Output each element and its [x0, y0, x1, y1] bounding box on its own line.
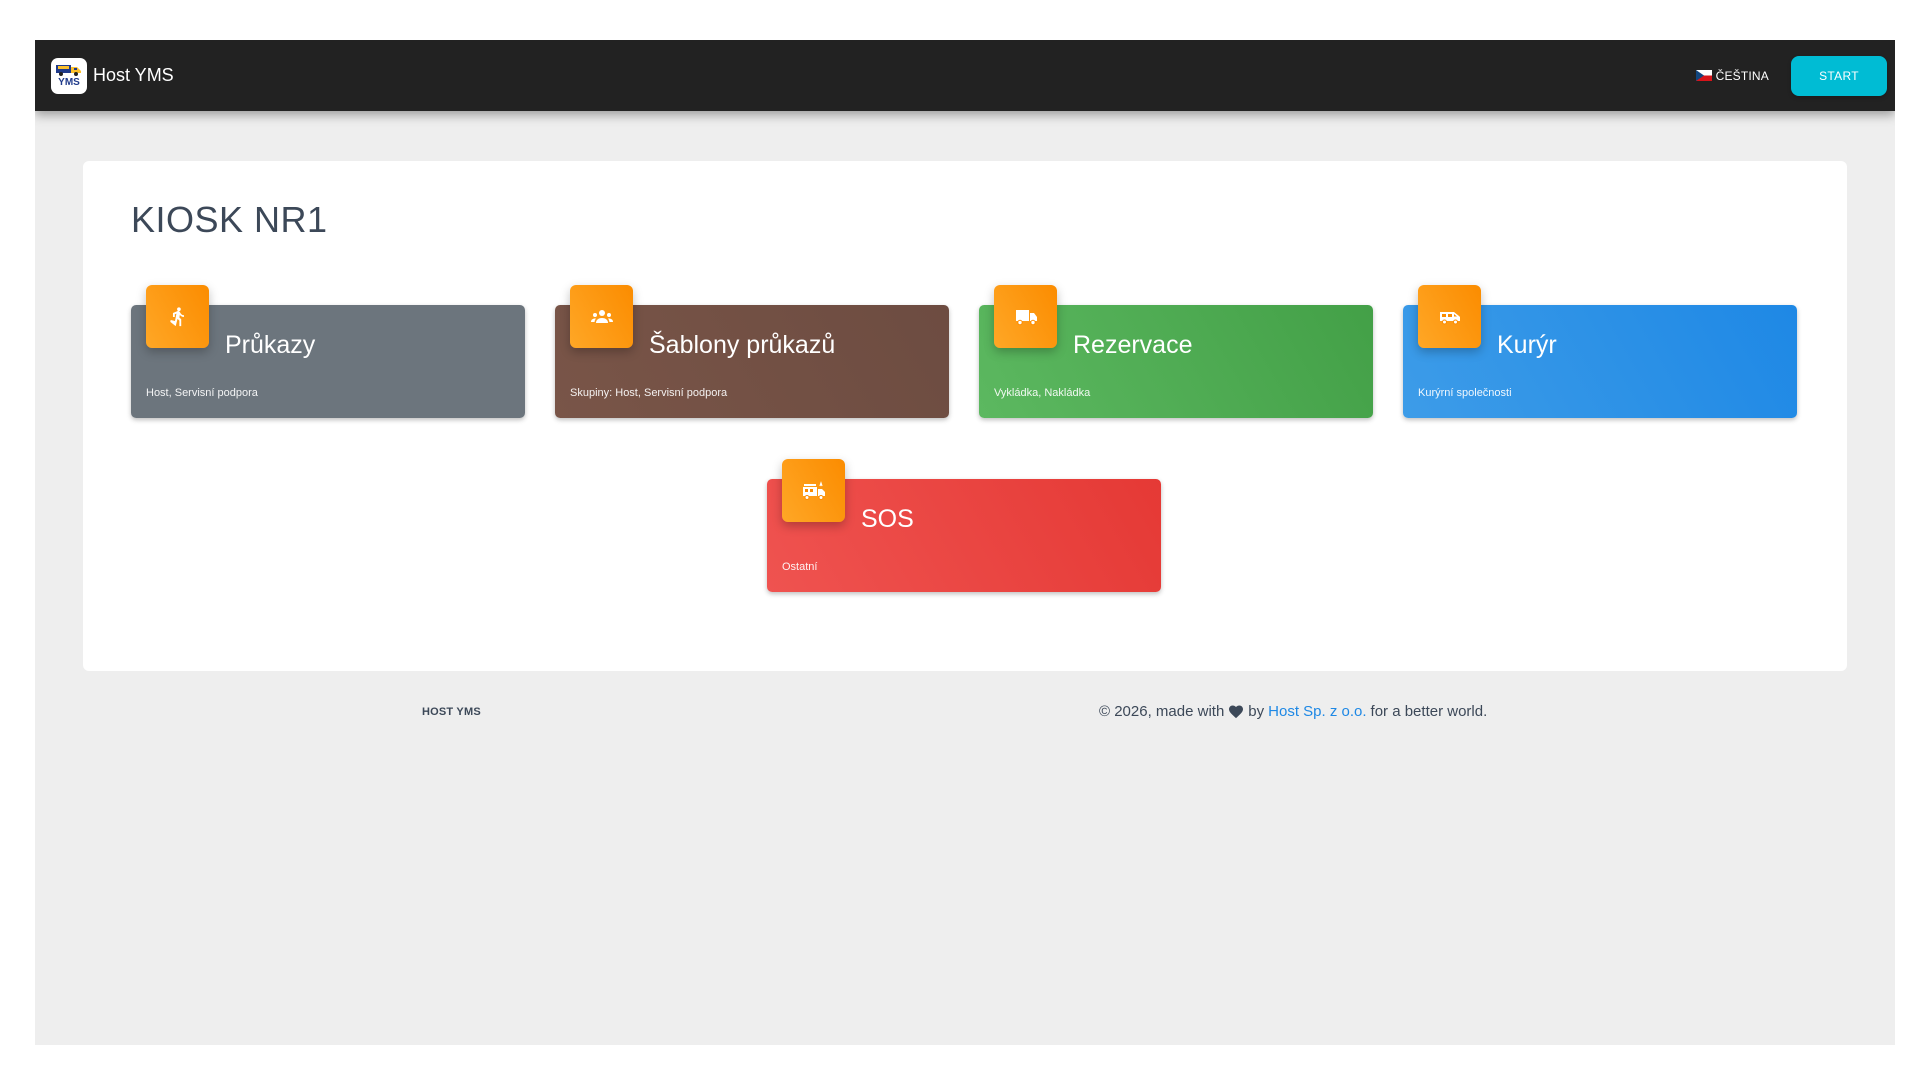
language-label: ČEŠTINA	[1715, 68, 1769, 83]
logo-icon: YMS	[51, 57, 87, 94]
main-card: KIOSK NR1 Průkazy Host, Servisní podpora	[83, 161, 1847, 671]
navbar: YMS Host YMS ČEŠTINA START	[35, 40, 1895, 111]
language-selector[interactable]: ČEŠTINA	[1695, 68, 1769, 83]
tile-title: Šablony průkazů	[649, 331, 836, 359]
tile-subtitle: Skupiny: Host, Servisní podpora	[570, 387, 728, 399]
group-icon	[570, 285, 633, 348]
tile-subtitle: Kurýrní společnosti	[1418, 387, 1512, 399]
brand-link[interactable]: YMS Host YMS	[51, 57, 174, 94]
company-link[interactable]: Host Sp. z o.o.	[1268, 703, 1366, 720]
logo-text: YMS	[58, 77, 80, 88]
tile-sos[interactable]: SOS Ostatní	[767, 459, 1161, 592]
footer-brand: HOST YMS	[422, 706, 481, 718]
app-frame: YMS Host YMS ČEŠTINA START KIOSK NR1 Prů…	[35, 40, 1895, 1045]
tile-title: Rezervace	[1073, 331, 1193, 359]
tile-kuryr[interactable]: Kurýr Kurýrní společnosti	[1403, 285, 1797, 418]
brand-label: Host YMS	[93, 65, 174, 85]
start-button[interactable]: START	[1791, 55, 1887, 96]
tile-sablony-prukazu[interactable]: Šablony průkazů Skupiny: Host, Servisní …	[555, 285, 949, 418]
footer-copy-by: by	[1248, 703, 1265, 720]
footer-copyright: © 2026, made with by Host Sp. z o.o. for…	[1099, 703, 1487, 720]
page-title: KIOSK NR1	[131, 199, 328, 240]
tile-title: Kurýr	[1497, 331, 1557, 359]
pedestrian-icon	[146, 285, 209, 348]
tile-title: Průkazy	[225, 331, 316, 359]
logo-truck-icon	[56, 65, 81, 76]
tile-title: SOS	[861, 505, 914, 533]
heart-icon	[1229, 705, 1244, 719]
footer-copy-prefix: © 2026, made with	[1099, 703, 1225, 720]
tile-subtitle: Ostatní	[782, 561, 818, 573]
tile-rezervace[interactable]: Rezervace Vykládka, Nakládka	[979, 285, 1373, 418]
navbar-actions: ČEŠTINA START	[1695, 55, 1887, 96]
tile-subtitle: Host, Servisní podpora	[146, 387, 258, 399]
truck-icon	[994, 285, 1057, 348]
tile-subtitle: Vykládka, Nakládka	[994, 387, 1091, 399]
footer-copy-suffix: for a better world.	[1370, 703, 1488, 720]
van-icon	[1418, 285, 1481, 348]
czech-flag-icon	[1695, 70, 1712, 81]
fire-truck-icon	[782, 459, 845, 522]
tile-prukazy[interactable]: Průkazy Host, Servisní podpora	[131, 285, 525, 418]
